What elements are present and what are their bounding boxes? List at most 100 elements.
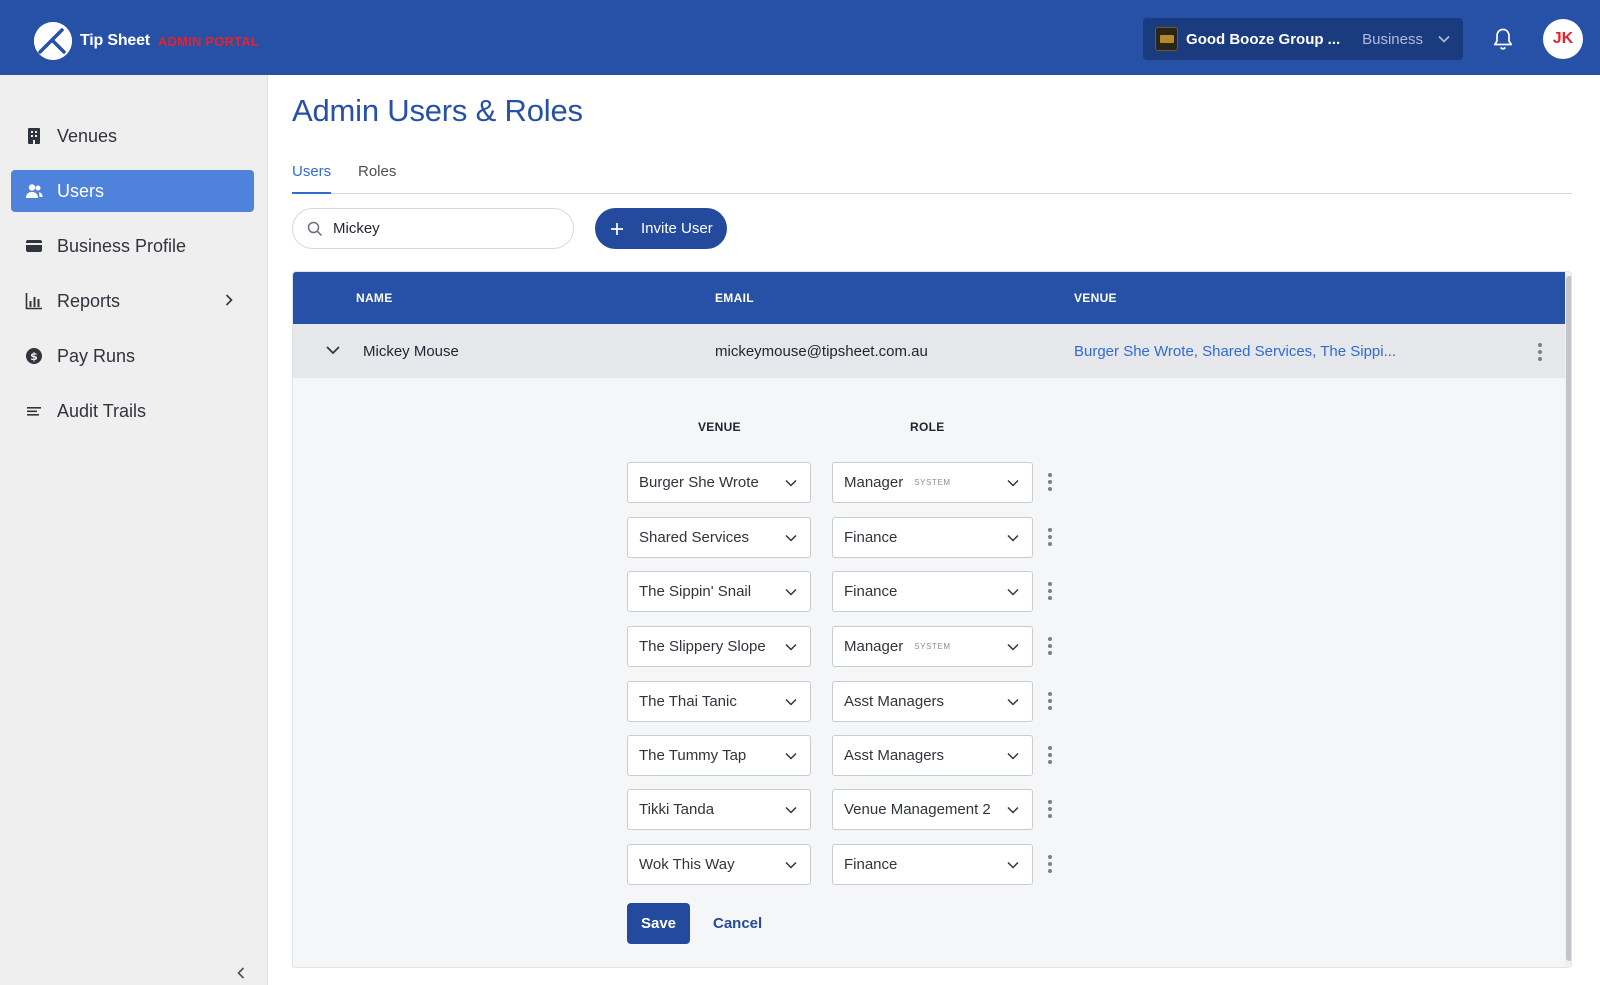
role-select-value: Manager xyxy=(844,638,904,655)
chevron-down-icon xyxy=(784,531,798,545)
role-select[interactable]: Finance xyxy=(832,844,1033,885)
users-icon xyxy=(25,182,43,200)
venue-select[interactable]: The Thai Tanic xyxy=(627,681,811,722)
role-select[interactable]: Finance xyxy=(832,571,1033,612)
table-row[interactable]: Mickey Mouse mickeymouse@tipsheet.com.au… xyxy=(293,324,1565,378)
chevron-down-icon xyxy=(784,749,798,763)
logo[interactable]: Tip Sheet ADMIN PORTAL xyxy=(34,22,259,60)
role-select[interactable]: Manager SYSTEM xyxy=(832,626,1033,667)
role-select[interactable]: Manager SYSTEM xyxy=(832,462,1033,503)
assignment-more-options-icon[interactable] xyxy=(1048,473,1052,491)
sidebar-item-reports[interactable]: Reports xyxy=(11,280,254,322)
dollar-coin-icon: $ xyxy=(25,347,43,365)
role-select[interactable]: Venue Management 2 xyxy=(832,789,1033,830)
column-header-venue[interactable]: VENUE xyxy=(1074,291,1117,305)
venue-select-value: The Sippin' Snail xyxy=(639,583,752,600)
assignment-more-options-icon[interactable] xyxy=(1048,637,1052,655)
venue-select[interactable]: Wok This Way xyxy=(627,844,811,885)
tab-roles[interactable]: Roles xyxy=(358,163,396,194)
business-logo-icon xyxy=(1155,27,1179,51)
invite-user-button[interactable]: Invite User xyxy=(595,208,727,249)
search-field[interactable] xyxy=(292,208,574,249)
chevron-down-icon xyxy=(784,585,798,599)
user-avatar[interactable]: JK xyxy=(1543,19,1583,59)
column-header-email[interactable]: EMAIL xyxy=(715,291,754,305)
users-table: NAME EMAIL VENUE Mickey Mouse mickeymous… xyxy=(292,271,1572,968)
venue-select-value: Burger She Wrote xyxy=(639,474,759,491)
user-email: mickeymouse@tipsheet.com.au xyxy=(715,343,928,360)
sidebar-item-audit-trails[interactable]: Audit Trails xyxy=(11,390,254,432)
role-select-value: Manager xyxy=(844,474,904,491)
role-select-value: Finance xyxy=(844,529,898,546)
assignments-role-header: ROLE xyxy=(910,420,945,434)
venue-select-value: Shared Services xyxy=(639,529,750,546)
chevron-right-icon xyxy=(224,293,234,307)
brand-name: Tip Sheet xyxy=(80,32,150,49)
user-name: Mickey Mouse xyxy=(363,343,459,360)
chevron-down-icon xyxy=(1006,476,1020,490)
chevron-down-icon xyxy=(784,640,798,654)
card-icon xyxy=(25,237,43,255)
cancel-button[interactable]: Cancel xyxy=(713,915,762,932)
user-assignments-panel: VENUE ROLE Burger She Wrote Manager SYST… xyxy=(293,378,1565,967)
sidebar-item-business-profile[interactable]: Business Profile xyxy=(11,225,254,267)
venue-select[interactable]: Tikki Tanda xyxy=(627,789,811,830)
tab-users[interactable]: Users xyxy=(292,163,332,194)
role-select[interactable]: Finance xyxy=(832,517,1033,558)
system-tag: SYSTEM xyxy=(914,478,951,487)
business-switcher[interactable]: Good Booze Group ... Business xyxy=(1143,18,1463,60)
tip-sheet-logo-icon xyxy=(34,22,72,60)
role-select-value: Asst Managers xyxy=(844,693,945,710)
role-select-value: Finance xyxy=(844,583,898,600)
search-icon xyxy=(307,221,323,237)
chevron-down-icon xyxy=(1006,695,1020,709)
sidebar-item-label: Pay Runs xyxy=(57,345,136,366)
assignments-venue-header: VENUE xyxy=(698,420,741,434)
chevron-down-icon xyxy=(1006,749,1020,763)
system-tag: SYSTEM xyxy=(914,642,951,651)
assignment-more-options-icon[interactable] xyxy=(1048,582,1052,600)
role-select-value: Asst Managers xyxy=(844,747,945,764)
row-more-options-icon[interactable] xyxy=(1538,343,1542,361)
venue-select-value: Tikki Tanda xyxy=(639,801,715,818)
assignment-more-options-icon[interactable] xyxy=(1048,528,1052,546)
scrollbar-thumb[interactable] xyxy=(1566,276,1571,961)
expand-row-chevron-icon[interactable] xyxy=(325,344,341,356)
role-select-value: Venue Management 2 xyxy=(844,801,991,818)
role-select[interactable]: Asst Managers xyxy=(832,735,1033,776)
venue-select[interactable]: Burger She Wrote xyxy=(627,462,811,503)
save-button[interactable]: Save xyxy=(627,903,690,944)
sidebar-item-pay-runs[interactable]: $ Pay Runs xyxy=(11,335,254,377)
chevron-down-icon xyxy=(784,803,798,817)
svg-text:$: $ xyxy=(30,350,38,363)
sidebar: Venues Users Business Profile Reports $ … xyxy=(0,75,268,985)
assignment-more-options-icon[interactable] xyxy=(1048,746,1052,764)
chevron-down-icon xyxy=(1006,531,1020,545)
collapse-sidebar-icon[interactable] xyxy=(236,966,246,980)
venue-select[interactable]: The Sippin' Snail xyxy=(627,571,811,612)
user-venues-link[interactable]: Burger She Wrote, Shared Services, The S… xyxy=(1074,343,1396,360)
notifications-bell-icon[interactable] xyxy=(1492,27,1514,51)
column-header-name[interactable]: NAME xyxy=(356,291,393,305)
sidebar-item-label: Business Profile xyxy=(57,235,187,256)
search-input[interactable] xyxy=(333,220,553,237)
assignment-more-options-icon[interactable] xyxy=(1048,855,1052,873)
sidebar-item-users[interactable]: Users xyxy=(11,170,254,212)
assignment-more-options-icon[interactable] xyxy=(1048,800,1052,818)
sidebar-item-venues[interactable]: Venues xyxy=(11,115,254,157)
venue-select[interactable]: The Slippery Slope xyxy=(627,626,811,667)
chevron-down-icon xyxy=(784,858,798,872)
chevron-down-icon xyxy=(784,476,798,490)
business-name: Good Booze Group ... xyxy=(1186,30,1341,48)
plus-icon xyxy=(609,221,625,237)
chevron-down-icon xyxy=(1006,640,1020,654)
venue-select-value: The Thai Tanic xyxy=(639,693,737,710)
tab-bar: Users Roles xyxy=(292,158,1572,194)
venue-select[interactable]: Shared Services xyxy=(627,517,811,558)
bar-chart-icon xyxy=(25,292,43,310)
venue-select-value: The Slippery Slope xyxy=(639,638,766,655)
role-select[interactable]: Asst Managers xyxy=(832,681,1033,722)
venue-select[interactable]: The Tummy Tap xyxy=(627,735,811,776)
chevron-down-icon xyxy=(784,695,798,709)
assignment-more-options-icon[interactable] xyxy=(1048,692,1052,710)
